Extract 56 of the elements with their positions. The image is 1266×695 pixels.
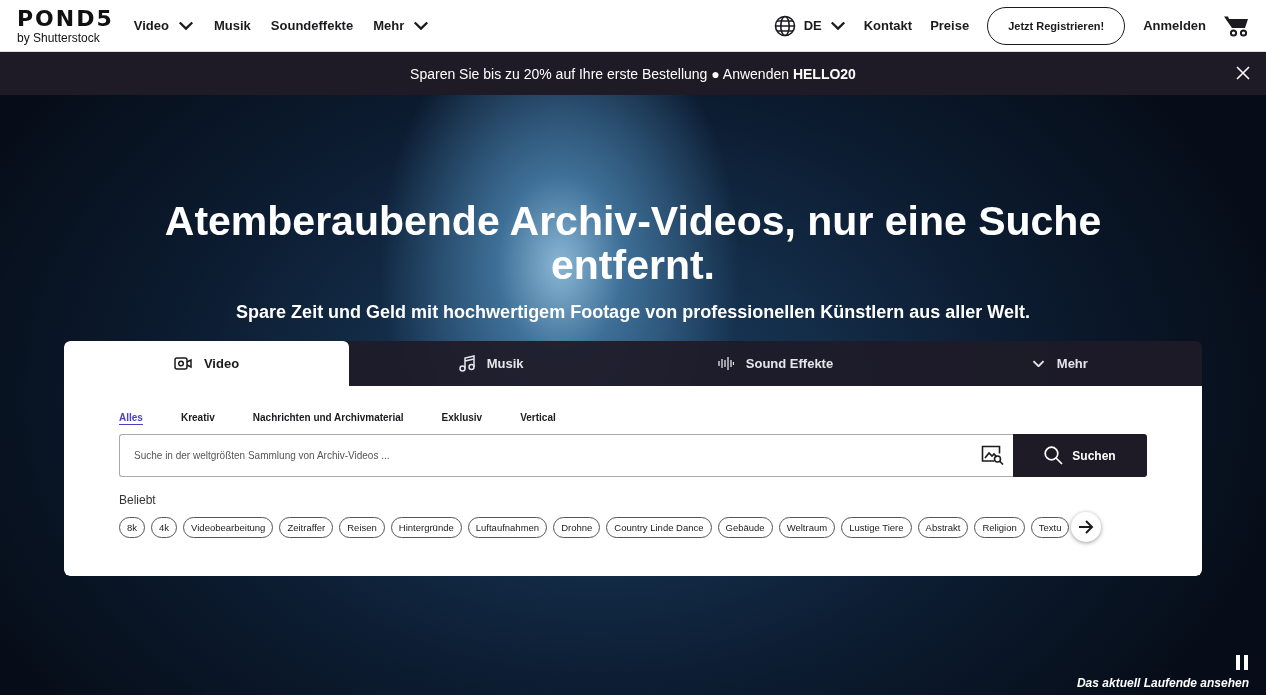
pause-button[interactable] (1235, 655, 1249, 670)
tag-chip[interactable]: Drohne (553, 516, 601, 538)
category-tab[interactable]: Musik (349, 341, 634, 386)
image-search-icon (981, 445, 1005, 465)
nav-link[interactable]: Video (133, 18, 194, 33)
tag-chip[interactable]: Gebäude (717, 516, 773, 538)
search-icon (1044, 446, 1064, 465)
tag-chip[interactable]: Religion (974, 516, 1025, 538)
close-button[interactable] (1236, 66, 1250, 80)
tag-chip[interactable]: Luftaufnahmen (467, 516, 548, 538)
image-search-button[interactable] (981, 445, 1005, 465)
pond5-logo[interactable]: POND5 by Shutterstock (17, 7, 114, 44)
pause-icon (1235, 655, 1249, 670)
tag-chip[interactable]: Videobearbeitung (183, 516, 274, 538)
video-caption: Das aktuell Laufende ansehen (1076, 676, 1249, 690)
category-tab[interactable]: Mehr (917, 341, 1202, 386)
hero-subheadline: Spare Zeit und Geld mit hochwertigem Footage von professionellen Künstlern aus aller Welt. (236, 302, 1030, 323)
tag-chip[interactable]: Textu (1030, 516, 1070, 538)
next-button[interactable] (1071, 512, 1102, 542)
category-tab[interactable]: Sound Effekte (633, 341, 918, 386)
hero-headline: Atemberaubende Archiv-Videos, nur eine Suche entfernt. (163, 199, 1103, 287)
video-camera-icon (173, 357, 192, 370)
nav-link[interactable]: Preise (930, 18, 970, 33)
tag-chip[interactable]: Abstrakt (917, 516, 969, 538)
nav-link[interactable]: Mehr (373, 18, 430, 33)
close-icon (1236, 66, 1250, 80)
promo-text: Sparen Sie bis zu 20% auf Ihre erste Bestellung ● Anwenden HELLO20 (410, 65, 856, 82)
filter-tab[interactable]: Alles (119, 412, 143, 426)
tag-chip[interactable]: 8k (119, 516, 146, 538)
filter-tab[interactable]: Vertical (520, 412, 556, 426)
language-selector[interactable]: DE (773, 14, 846, 37)
music-note-icon (458, 355, 475, 372)
filter-tab[interactable]: Kreativ (180, 412, 215, 426)
category-tab[interactable]: Video (64, 341, 349, 386)
chevron-icon (1031, 359, 1045, 368)
arrow-right-icon (1078, 520, 1095, 534)
filter-tab[interactable]: Exklusiv (441, 412, 483, 426)
search-button[interactable]: Suchen (1013, 434, 1147, 477)
cart-icon (1224, 14, 1249, 37)
tag-chip[interactable]: Hintergründe (390, 516, 462, 538)
filter-tab[interactable]: Nachrichten und Archivmaterial (252, 412, 404, 426)
tag-chip[interactable]: Lustige Tiere (841, 516, 912, 538)
tag-chip[interactable]: 4k (151, 516, 178, 538)
globe-icon (773, 14, 796, 37)
nav-link[interactable]: Kontakt (863, 18, 913, 33)
tag-chip[interactable]: Reisen (339, 516, 385, 538)
waveform-icon (717, 356, 734, 371)
register-button[interactable]: Jetzt Registrieren! (987, 6, 1126, 45)
search-field[interactable]: Suche in der weltgrößten Sammlung von Archiv-Videos ... (119, 434, 1013, 477)
login-link[interactable]: Anmelden (1143, 18, 1206, 33)
tag-chip[interactable]: Weltraum (778, 516, 836, 538)
popular-label: Beliebt (119, 493, 157, 507)
tag-chip[interactable]: Country Linde Dance (606, 516, 712, 538)
nav-link[interactable]: Soundeffekte (270, 18, 354, 33)
tag-chip[interactable]: Zeitraffer (279, 516, 334, 538)
nav-link[interactable]: Musik (214, 18, 251, 33)
